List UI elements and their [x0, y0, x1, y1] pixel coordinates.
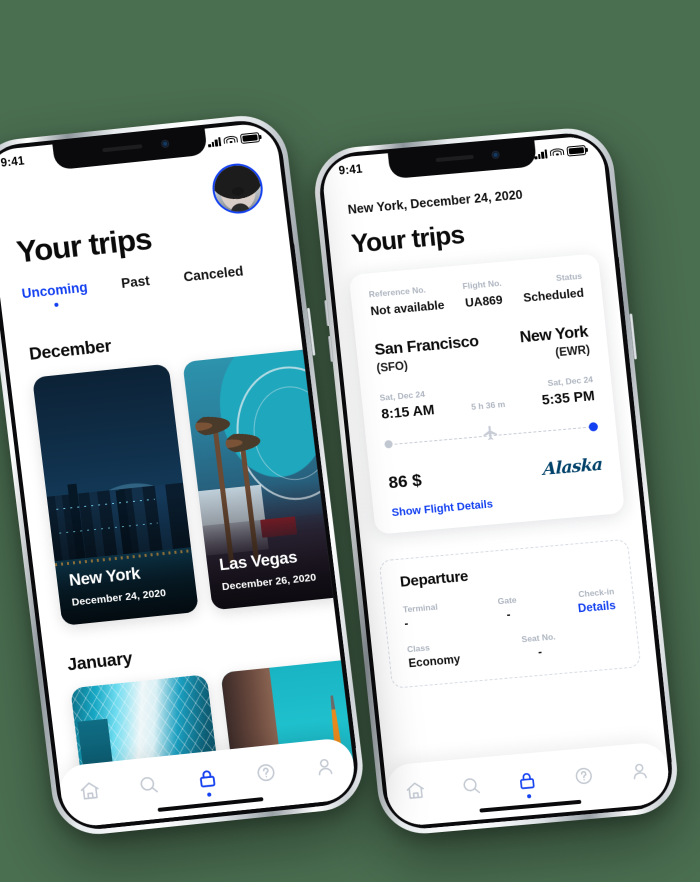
status-label: Status [555, 270, 583, 283]
airline-logo: Alaska [542, 454, 602, 480]
departure-row-2: Class Economy Seat No. - [407, 626, 621, 670]
tab-help[interactable] [565, 759, 602, 792]
origin-block: San Francisco (SFO) [374, 333, 481, 375]
reference-no-label: Reference No. [368, 284, 427, 300]
status-time: 9:41 [338, 163, 364, 178]
depart-date: Sat, Dec 24 [379, 388, 426, 403]
arrive-date: Sat, Dec 24 [547, 374, 594, 389]
phone-screen-left: 9:41 Your trips Uncoming Past Canceled D… [0, 121, 358, 829]
battery-icon [239, 131, 261, 145]
battery-icon [566, 144, 587, 157]
destination-block: New York (EWR) [519, 323, 590, 362]
flight-progress-track [384, 417, 599, 454]
trip-card-row-december: New York December 24, 2020 Las Vegas Dec… [32, 348, 350, 626]
tab-canceled[interactable]: Canceled [183, 263, 245, 284]
seat-no-label: Seat No. [521, 631, 556, 645]
left-app-content: Your trips Uncoming Past Canceled Decemb… [0, 121, 358, 829]
tab-profile[interactable] [306, 750, 343, 783]
flight-no-label: Flight No. [462, 277, 503, 292]
destination-city: New York [519, 323, 589, 347]
active-tab-indicator [526, 794, 532, 799]
departure-heading: Departure [399, 567, 469, 591]
progress-end-dot [588, 421, 599, 432]
screenshot-stage: 9:41 New York, December 24, 2020 Your tr… [0, 0, 700, 882]
seat-no-value: - [537, 646, 543, 659]
reference-no-field: Reference No. Not available [368, 283, 445, 318]
checkin-field: Check-in Details [576, 586, 617, 615]
tab-past[interactable]: Past [120, 273, 150, 291]
trip-card-new-york[interactable]: New York December 24, 2020 [32, 363, 199, 626]
tab-search[interactable] [453, 769, 490, 802]
ticket-price: 86 $ [387, 470, 423, 493]
terminal-field: Terminal - [402, 602, 439, 631]
trip-filter-tabs[interactable]: Uncoming Past Canceled [21, 263, 244, 301]
class-value: Economy [408, 653, 461, 671]
status-field: Status Scheduled [521, 270, 585, 305]
tab-uncoming[interactable]: Uncoming [21, 280, 88, 302]
cellular-signal-icon [208, 137, 222, 147]
section-heading-december: December [27, 335, 113, 364]
tab-help[interactable] [247, 756, 284, 789]
breadcrumb: New York, December 24, 2020 [347, 187, 524, 217]
class-label: Class [406, 642, 431, 655]
time-row: Sat, Dec 24 8:15 AM 5 h 36 m Sat, Dec 24… [379, 374, 595, 421]
tab-home[interactable] [397, 774, 434, 807]
arrive-block: Sat, Dec 24 5:35 PM [540, 374, 596, 408]
airplane-icon [482, 424, 501, 447]
active-tab-indicator [206, 792, 212, 797]
status-indicators [207, 131, 261, 148]
checkin-label: Check-in [577, 586, 615, 600]
checkin-details-link[interactable]: Details [578, 600, 617, 615]
avatar-photo [211, 163, 264, 214]
tab-trips[interactable] [509, 764, 546, 799]
depart-block: Sat, Dec 24 8:15 AM [379, 388, 436, 422]
flight-no-field: Flight No. UA869 [462, 278, 504, 310]
gate-field: Gate - [497, 595, 519, 623]
reference-no-value: Not available [369, 297, 446, 319]
card-gradient-overlay [47, 492, 199, 626]
page-title: Your trips [349, 218, 466, 259]
seat-no-field: Seat No. - [521, 631, 558, 660]
departure-row-1: Terminal - Gate - Check-in Details [402, 586, 616, 630]
route-row: San Francisco (SFO) New York (EWR) [374, 323, 591, 374]
depart-time: 8:15 AM [380, 401, 436, 422]
status-indicators [534, 144, 587, 160]
gate-label: Gate [497, 594, 518, 607]
tab-search[interactable] [130, 768, 167, 801]
progress-start-dot [384, 439, 393, 449]
phone-mockup-right: 9:41 New York, December 24, 2020 Your tr… [310, 124, 682, 838]
departure-spacer [618, 626, 621, 652]
destination-code: (EWR) [554, 344, 591, 360]
class-field: Class Economy [407, 640, 461, 670]
departure-panel: Departure Terminal - Gate - Check-in Det… [378, 538, 642, 689]
status-time: 9:41 [0, 155, 26, 170]
avatar[interactable] [209, 161, 266, 216]
terminal-value: - [403, 618, 409, 631]
terminal-label: Terminal [402, 601, 439, 615]
status-badge: Scheduled [522, 285, 585, 305]
flight-card[interactable]: Reference No. Not available Flight No. U… [348, 253, 626, 535]
tab-profile[interactable] [621, 754, 658, 787]
show-flight-details-link[interactable]: Show Flight Details [391, 489, 605, 519]
flight-duration: 5 h 36 m [470, 398, 506, 412]
flight-meta-row: Reference No. Not available Flight No. U… [368, 271, 584, 318]
tab-home[interactable] [72, 774, 109, 807]
phone-mockup-left: 9:41 Your trips Uncoming Past Canceled D… [0, 111, 368, 839]
flight-no-value: UA869 [464, 292, 504, 310]
section-heading-january: January [66, 647, 134, 675]
cellular-signal-icon [534, 149, 548, 159]
wifi-icon [223, 134, 238, 145]
tab-trips[interactable] [189, 762, 226, 797]
page-title: Your trips [14, 220, 154, 270]
gate-value: - [506, 609, 512, 622]
arrive-time: 5:35 PM [540, 387, 596, 408]
price-row: 86 $ Alaska [388, 455, 603, 494]
wifi-icon [549, 147, 565, 157]
